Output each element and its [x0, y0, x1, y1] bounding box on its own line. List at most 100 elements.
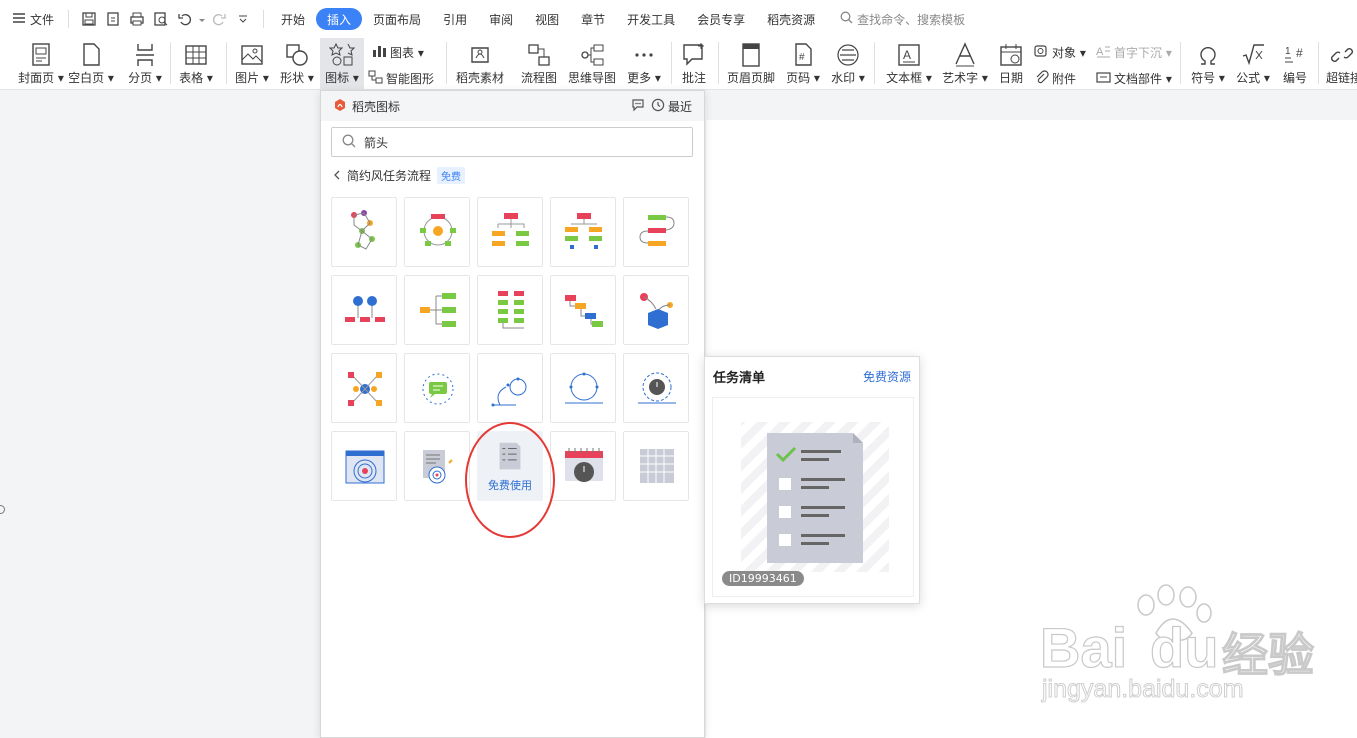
icon-search-input[interactable]: [364, 135, 664, 149]
hyperlink-button[interactable]: 超链接: [1324, 38, 1357, 90]
icon-tile-two-column-flow[interactable]: [477, 275, 543, 345]
mind-map-icon: [579, 42, 605, 68]
icon-tile-org-chart[interactable]: [477, 197, 543, 267]
icon-panel-title: 稻壳图标: [352, 99, 401, 114]
comment-button[interactable]: 批注: [677, 38, 711, 90]
blank-page-button[interactable]: 空白页 ▾: [66, 38, 116, 90]
mind-map-button[interactable]: 思维导图: [565, 38, 619, 90]
icon-tile-target-document[interactable]: [404, 431, 470, 501]
icon-tile-network-flow[interactable]: [331, 197, 397, 267]
attachment-label: 附件: [1052, 72, 1077, 86]
watermark-button[interactable]: 水印 ▾: [827, 38, 869, 90]
numbering-button[interactable]: 1 # 编号: [1280, 38, 1310, 90]
ribbon-tabs: 开始 插入 页面布局 引用 审阅 视图 章节 开发工具 会员专享 稻壳资源: [270, 8, 826, 30]
icon-tile-loop-arrow[interactable]: [477, 353, 543, 423]
cover-page-button[interactable]: 封面页 ▾: [8, 38, 74, 90]
smart-graphic-button[interactable]: 智能图形: [368, 70, 434, 87]
icon-tile-code-review-flow[interactable]: [331, 275, 397, 345]
icon-tile-cross-network[interactable]: [331, 353, 397, 423]
export-pdf-icon[interactable]: [103, 9, 123, 29]
free-use-button[interactable]: 免费使用: [488, 477, 532, 493]
undo-icon[interactable]: [175, 9, 195, 29]
target-board-icon: [345, 450, 385, 484]
svg-text:A: A: [903, 48, 911, 62]
page-break-button[interactable]: 分页 ▾: [122, 38, 168, 90]
flowchart-button[interactable]: 流程图: [516, 38, 562, 90]
feedback-icon[interactable]: [631, 98, 645, 115]
hyperlink-icon: [1331, 42, 1357, 68]
icon-tile-circle-arrow[interactable]: [550, 353, 616, 423]
undo-dropdown-icon[interactable]: [199, 12, 206, 26]
zigzag-flow-icon: [639, 215, 675, 246]
more-button[interactable]: 更多 ▾: [622, 38, 666, 90]
breadcrumb[interactable]: 简约风任务流程 免费: [333, 167, 466, 184]
icon-tile-zigzag-flow[interactable]: [623, 197, 689, 267]
header-footer-label: 页眉页脚: [726, 71, 775, 85]
flowchart-icon: [526, 42, 552, 68]
attachment-button[interactable]: 附件: [1034, 70, 1076, 87]
tab-review[interactable]: 审阅: [478, 8, 524, 30]
blank-page-label: 空白页 ▾: [68, 71, 114, 85]
icon-tile-timer-cycle[interactable]: [623, 353, 689, 423]
icon-tile-target-board[interactable]: [331, 431, 397, 501]
command-search[interactable]: 查找命令、搜索模板: [840, 11, 965, 28]
icon-search-box[interactable]: [331, 127, 693, 157]
cube-flow-icon: [640, 293, 673, 329]
hyperlink-label: 超链接: [1325, 71, 1357, 85]
icon-tile-staircase-flow[interactable]: [550, 275, 616, 345]
text-box-button[interactable]: A 文本框 ▾: [882, 38, 936, 90]
icon-tile-schedule-table[interactable]: [623, 431, 689, 501]
object-icon: [1034, 44, 1049, 61]
docer-material-button[interactable]: 稻壳素材: [453, 38, 507, 90]
icon-tile-tree-chart[interactable]: [550, 197, 616, 267]
date-icon: [998, 42, 1024, 68]
table-button[interactable]: 表格 ▾: [177, 38, 215, 90]
tab-view[interactable]: 视图: [524, 8, 570, 30]
chart-button[interactable]: 图表 ▾: [372, 44, 424, 61]
more-icon: [631, 42, 657, 68]
file-menu-button[interactable]: 文件: [0, 0, 62, 38]
symbol-button[interactable]: 符号 ▾: [1186, 38, 1230, 90]
symbol-icon: [1195, 42, 1221, 68]
icon-tile-task-checklist[interactable]: 免费使用: [477, 431, 543, 501]
icon-tile-cube-flow[interactable]: [623, 275, 689, 345]
header-footer-button[interactable]: 页眉页脚: [724, 38, 778, 90]
tab-developer[interactable]: 开发工具: [616, 8, 686, 30]
task-checklist-icon: [741, 422, 889, 572]
icon-tile-chat-cycle[interactable]: [404, 353, 470, 423]
tab-docer-resources[interactable]: 稻壳资源: [756, 8, 826, 30]
free-resource-link[interactable]: 免费资源: [863, 368, 911, 385]
icon-tile-calendar-timer[interactable]: [550, 431, 616, 501]
tab-references[interactable]: 引用: [432, 8, 478, 30]
print-icon[interactable]: [127, 9, 147, 29]
shape-button[interactable]: 形状 ▾: [277, 38, 317, 90]
print-preview-icon[interactable]: [151, 9, 171, 29]
tab-home[interactable]: 开始: [270, 8, 316, 30]
icon-icon: [329, 42, 355, 68]
save-icon[interactable]: [79, 9, 99, 29]
tab-insert[interactable]: 插入: [316, 8, 363, 30]
tab-member[interactable]: 会员专享: [686, 8, 756, 30]
customize-toolbar-icon[interactable]: [233, 9, 253, 29]
object-button[interactable]: 对象 ▾: [1034, 44, 1086, 61]
picture-button[interactable]: 图片 ▾: [232, 38, 272, 90]
redo-icon[interactable]: [209, 9, 229, 29]
drop-cap-icon: A: [1096, 44, 1111, 61]
icon-tile-circular-flow[interactable]: [404, 197, 470, 267]
date-button[interactable]: 日期: [995, 38, 1027, 90]
tab-section[interactable]: 章节: [570, 8, 616, 30]
drop-cap-button[interactable]: A 首字下沉 ▾: [1096, 44, 1172, 61]
icon-button[interactable]: 图标 ▾: [320, 38, 364, 90]
document-parts-label: 文档部件 ▾: [1114, 72, 1172, 86]
ribbon-divider: [446, 42, 447, 84]
document-parts-button[interactable]: 文档部件 ▾: [1096, 70, 1172, 87]
table-label: 表格 ▾: [179, 71, 213, 85]
tab-page-layout[interactable]: 页面布局: [362, 8, 432, 30]
page-number-button[interactable]: # 页码 ▾: [783, 38, 823, 90]
numbering-icon: 1 #: [1282, 42, 1308, 68]
word-art-button[interactable]: 艺术字 ▾: [938, 38, 992, 90]
recent-button[interactable]: 最近: [651, 98, 692, 115]
icon-tile-branch-flow[interactable]: [404, 275, 470, 345]
text-box-icon: A: [896, 42, 922, 68]
formula-button[interactable]: 公式 ▾: [1233, 38, 1273, 90]
